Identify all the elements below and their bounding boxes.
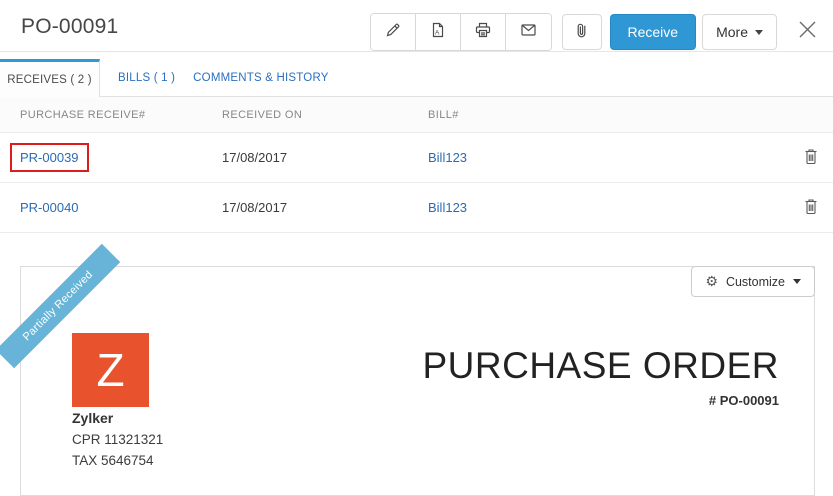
company-info: Zylker CPR 11321321 TAX 5646754 [72, 408, 163, 471]
chevron-down-icon [793, 279, 801, 284]
delete-button[interactable] [804, 198, 818, 218]
tab-bills[interactable]: BILLS ( 1 ) [109, 72, 184, 84]
gear-icon: ⚙ [705, 273, 718, 290]
purchase-receive-link[interactable]: PR-00039 [20, 150, 79, 165]
pdf-file-icon: A [430, 22, 446, 43]
column-header-received-on: RECEIVED ON [222, 108, 303, 121]
paperclip-icon [574, 22, 590, 43]
receives-table: PURCHASE RECEIVE# RECEIVED ON BILL# PR-0… [0, 97, 833, 233]
company-name: Zylker [72, 410, 114, 426]
bill-link[interactable]: Bill123 [428, 150, 467, 165]
print-button[interactable] [460, 14, 506, 50]
edit-button[interactable] [370, 14, 416, 50]
received-on-cell: 17/08/2017 [222, 200, 288, 215]
tab-bar-rest: BILLS ( 1 ) COMMENTS & HISTORY [100, 59, 833, 97]
company-logo: Z [72, 333, 149, 407]
svg-text:A: A [435, 29, 440, 36]
attachment-button[interactable] [561, 14, 602, 50]
table-row: PR-00039 17/08/2017 Bill123 [0, 133, 833, 183]
table-header-row: PURCHASE RECEIVE# RECEIVED ON BILL# [0, 97, 833, 133]
printer-icon [475, 22, 491, 43]
detail-header: PO-00091 A Receive More [0, 0, 833, 52]
table-row: PR-00040 17/08/2017 Bill123 [0, 183, 833, 233]
receive-number-cell: PR-00039 [0, 143, 222, 172]
tab-receives[interactable]: RECEIVES ( 2 ) [0, 59, 100, 97]
pdf-button[interactable]: A [415, 14, 461, 50]
column-header-bill: BILL# [428, 108, 459, 121]
delete-button[interactable] [804, 148, 818, 168]
close-button[interactable] [793, 18, 821, 46]
chevron-down-icon [755, 29, 763, 35]
more-button-label: More [716, 24, 748, 40]
purchase-order-preview: Partially Received ⚙ Customize Z Zylker … [0, 243, 815, 496]
customize-button-label: Customize [725, 274, 785, 289]
bill-link[interactable]: Bill123 [428, 200, 467, 215]
document-number: # PO-00091 [708, 393, 779, 408]
receive-number-cell: PR-00040 [0, 200, 222, 215]
more-button[interactable]: More [702, 14, 777, 50]
trash-icon [804, 198, 818, 218]
company-tax: TAX 5646754 [72, 453, 154, 468]
envelope-icon [520, 22, 537, 43]
column-header-purchase-receive: PURCHASE RECEIVE# [20, 108, 146, 121]
company-cpr: CPR 11321321 [72, 432, 164, 447]
trash-icon [804, 148, 818, 168]
tab-bar: RECEIVES ( 2 ) BILLS ( 1 ) COMMENTS & HI… [0, 59, 833, 97]
toolbar: A Receive More [369, 13, 822, 51]
document-title: PURCHASE ORDER [422, 345, 779, 386]
purchase-receive-link[interactable]: PR-00040 [20, 200, 79, 215]
pencil-icon [385, 22, 401, 43]
receive-button[interactable]: Receive [609, 14, 697, 50]
page-title: PO-00091 [21, 15, 119, 38]
received-on-cell: 17/08/2017 [222, 150, 288, 165]
bill-cell: Bill123 [428, 150, 789, 165]
highlight-box: PR-00039 [10, 143, 89, 172]
customize-button[interactable]: ⚙ Customize [691, 266, 815, 297]
logo-letter: Z [96, 344, 125, 396]
toolbar-button-group: A [369, 13, 552, 51]
close-icon [798, 20, 817, 44]
tab-comments-history[interactable]: COMMENTS & HISTORY [184, 72, 337, 84]
email-button[interactable] [505, 14, 551, 50]
bill-cell: Bill123 [428, 200, 789, 215]
